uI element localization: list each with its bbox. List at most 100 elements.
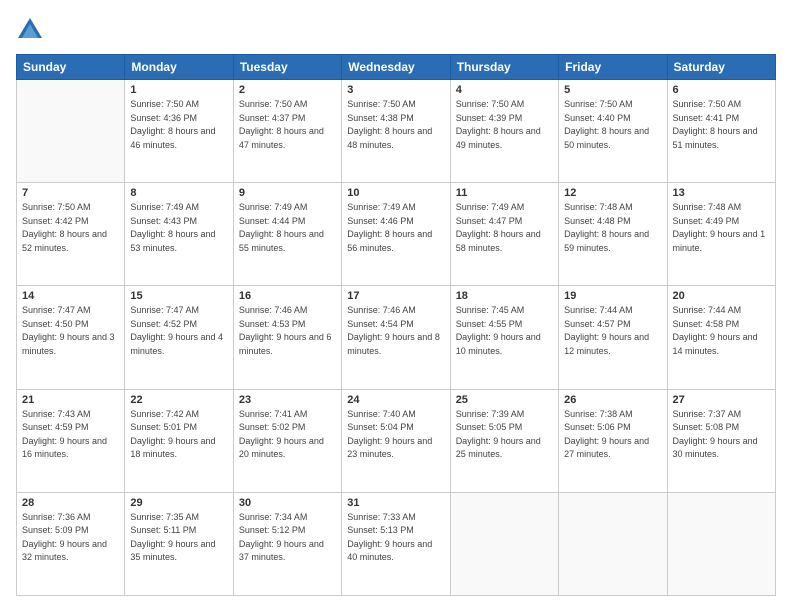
day-number: 7 <box>22 187 119 199</box>
day-info: Sunrise: 7:49 AMSunset: 4:46 PMDaylight:… <box>347 201 444 255</box>
day-info: Sunrise: 7:33 AMSunset: 5:13 PMDaylight:… <box>347 511 444 565</box>
day-number: 10 <box>347 187 444 199</box>
day-info: Sunrise: 7:45 AMSunset: 4:55 PMDaylight:… <box>456 304 553 358</box>
calendar-cell: 8 Sunrise: 7:49 AMSunset: 4:43 PMDaylight… <box>125 183 233 286</box>
calendar-cell: 30 Sunrise: 7:34 AMSunset: 5:12 PMDayligh… <box>233 492 341 595</box>
day-number: 26 <box>564 394 661 406</box>
calendar-cell: 2 Sunrise: 7:50 AMSunset: 4:37 PMDaylight… <box>233 80 341 183</box>
day-info: Sunrise: 7:50 AMSunset: 4:37 PMDaylight:… <box>239 98 336 152</box>
calendar-cell: 26Sunrise: 7:38 AMSunset: 5:06 PMDayligh… <box>559 389 667 492</box>
day-info: Sunrise: 7:34 AMSunset: 5:12 PMDaylight:… <box>239 511 336 565</box>
calendar-week-4: 28Sunrise: 7:36 AMSunset: 5:09 PMDayligh… <box>17 492 776 595</box>
day-number: 13 <box>673 187 770 199</box>
day-number: 31 <box>347 497 444 509</box>
weekday-header-wednesday: Wednesday <box>342 55 450 80</box>
weekday-header-friday: Friday <box>559 55 667 80</box>
day-info: Sunrise: 7:44 AMSunset: 4:57 PMDaylight:… <box>564 304 661 358</box>
calendar-cell: 15Sunrise: 7:47 AMSunset: 4:52 PMDayligh… <box>125 286 233 389</box>
day-info: Sunrise: 7:37 AMSunset: 5:08 PMDaylight:… <box>673 408 770 462</box>
day-number: 1 <box>130 84 227 96</box>
day-number: 18 <box>456 290 553 302</box>
day-number: 6 <box>673 84 770 96</box>
calendar-cell: 3Sunrise: 7:50 AMSunset: 4:38 PMDaylight… <box>342 80 450 183</box>
day-number: 2 <box>239 84 336 96</box>
calendar-cell: 21 Sunrise: 7:43 AMSunset: 4:59 PMDayligh… <box>17 389 125 492</box>
calendar-cell: 23 Sunrise: 7:41 AMSunset: 5:02 PMDayligh… <box>233 389 341 492</box>
day-info: Sunrise: 7:49 AMSunset: 4:47 PMDaylight:… <box>456 201 553 255</box>
day-info: Sunrise: 7:49 AMSunset: 4:43 PMDaylight:… <box>130 201 227 255</box>
day-number: 12 <box>564 187 661 199</box>
day-number: 30 <box>239 497 336 509</box>
day-info: Sunrise: 7:48 AMSunset: 4:48 PMDaylight:… <box>564 201 661 255</box>
calendar-cell: 13 Sunrise: 7:48 AMSunset: 4:49 PMDayligh… <box>667 183 775 286</box>
day-info: Sunrise: 7:41 AMSunset: 5:02 PMDaylight:… <box>239 408 336 462</box>
calendar-week-2: 14 Sunrise: 7:47 AMSunset: 4:50 PMDayligh… <box>17 286 776 389</box>
day-info: Sunrise: 7:35 AMSunset: 5:11 PMDaylight:… <box>130 511 227 565</box>
calendar-cell: 4Sunrise: 7:50 AMSunset: 4:39 PMDaylight… <box>450 80 558 183</box>
calendar-cell: 7 Sunrise: 7:50 AMSunset: 4:42 PMDaylight… <box>17 183 125 286</box>
calendar-cell: 12 Sunrise: 7:48 AMSunset: 4:48 PMDayligh… <box>559 183 667 286</box>
day-info: Sunrise: 7:43 AMSunset: 4:59 PMDaylight:… <box>22 408 119 462</box>
calendar-cell: 31 Sunrise: 7:33 AMSunset: 5:13 PMDayligh… <box>342 492 450 595</box>
calendar-week-0: 1Sunrise: 7:50 AMSunset: 4:36 PMDaylight… <box>17 80 776 183</box>
calendar-cell <box>559 492 667 595</box>
calendar-cell: 10 Sunrise: 7:49 AMSunset: 4:46 PMDayligh… <box>342 183 450 286</box>
day-number: 24 <box>347 394 444 406</box>
day-info: Sunrise: 7:46 AMSunset: 4:53 PMDaylight:… <box>239 304 336 358</box>
day-number: 5 <box>564 84 661 96</box>
calendar-cell <box>450 492 558 595</box>
day-info: Sunrise: 7:39 AMSunset: 5:05 PMDaylight:… <box>456 408 553 462</box>
day-info: Sunrise: 7:40 AMSunset: 5:04 PMDaylight:… <box>347 408 444 462</box>
day-info: Sunrise: 7:47 AMSunset: 4:50 PMDaylight:… <box>22 304 119 358</box>
day-number: 28 <box>22 497 119 509</box>
weekday-header-thursday: Thursday <box>450 55 558 80</box>
day-info: Sunrise: 7:50 AMSunset: 4:42 PMDaylight:… <box>22 201 119 255</box>
calendar-cell: 6 Sunrise: 7:50 AMSunset: 4:41 PMDaylight… <box>667 80 775 183</box>
day-number: 23 <box>239 394 336 406</box>
calendar-cell: 17 Sunrise: 7:46 AMSunset: 4:54 PMDayligh… <box>342 286 450 389</box>
weekday-header-sunday: Sunday <box>17 55 125 80</box>
logo <box>16 16 48 44</box>
calendar-cell: 29 Sunrise: 7:35 AMSunset: 5:11 PMDayligh… <box>125 492 233 595</box>
calendar-cell: 20 Sunrise: 7:44 AMSunset: 4:58 PMDayligh… <box>667 286 775 389</box>
calendar-week-1: 7 Sunrise: 7:50 AMSunset: 4:42 PMDaylight… <box>17 183 776 286</box>
day-number: 11 <box>456 187 553 199</box>
day-number: 8 <box>130 187 227 199</box>
day-info: Sunrise: 7:44 AMSunset: 4:58 PMDaylight:… <box>673 304 770 358</box>
weekday-header-tuesday: Tuesday <box>233 55 341 80</box>
day-info: Sunrise: 7:46 AMSunset: 4:54 PMDaylight:… <box>347 304 444 358</box>
calendar-cell: 11 Sunrise: 7:49 AMSunset: 4:47 PMDayligh… <box>450 183 558 286</box>
day-number: 25 <box>456 394 553 406</box>
calendar: SundayMondayTuesdayWednesdayThursdayFrid… <box>16 54 776 596</box>
day-number: 17 <box>347 290 444 302</box>
day-number: 14 <box>22 290 119 302</box>
calendar-week-3: 21 Sunrise: 7:43 AMSunset: 4:59 PMDayligh… <box>17 389 776 492</box>
day-number: 20 <box>673 290 770 302</box>
day-number: 16 <box>239 290 336 302</box>
calendar-cell: 27Sunrise: 7:37 AMSunset: 5:08 PMDayligh… <box>667 389 775 492</box>
day-info: Sunrise: 7:47 AMSunset: 4:52 PMDaylight:… <box>130 304 227 358</box>
calendar-cell: 25 Sunrise: 7:39 AMSunset: 5:05 PMDayligh… <box>450 389 558 492</box>
day-number: 21 <box>22 394 119 406</box>
calendar-cell: 5 Sunrise: 7:50 AMSunset: 4:40 PMDaylight… <box>559 80 667 183</box>
day-info: Sunrise: 7:50 AMSunset: 4:40 PMDaylight:… <box>564 98 661 152</box>
day-info: Sunrise: 7:48 AMSunset: 4:49 PMDaylight:… <box>673 201 770 255</box>
calendar-cell: 19 Sunrise: 7:44 AMSunset: 4:57 PMDayligh… <box>559 286 667 389</box>
calendar-cell: 24 Sunrise: 7:40 AMSunset: 5:04 PMDayligh… <box>342 389 450 492</box>
calendar-cell: 22Sunrise: 7:42 AMSunset: 5:01 PMDayligh… <box>125 389 233 492</box>
logo-icon <box>16 16 44 44</box>
weekday-header-monday: Monday <box>125 55 233 80</box>
day-number: 19 <box>564 290 661 302</box>
weekday-header-row: SundayMondayTuesdayWednesdayThursdayFrid… <box>17 55 776 80</box>
calendar-cell <box>667 492 775 595</box>
day-number: 22 <box>130 394 227 406</box>
day-number: 9 <box>239 187 336 199</box>
calendar-cell: 16 Sunrise: 7:46 AMSunset: 4:53 PMDayligh… <box>233 286 341 389</box>
day-info: Sunrise: 7:49 AMSunset: 4:44 PMDaylight:… <box>239 201 336 255</box>
calendar-cell: 28Sunrise: 7:36 AMSunset: 5:09 PMDayligh… <box>17 492 125 595</box>
day-info: Sunrise: 7:50 AMSunset: 4:41 PMDaylight:… <box>673 98 770 152</box>
day-number: 29 <box>130 497 227 509</box>
header <box>16 16 776 44</box>
day-number: 3 <box>347 84 444 96</box>
page: SundayMondayTuesdayWednesdayThursdayFrid… <box>0 0 792 612</box>
